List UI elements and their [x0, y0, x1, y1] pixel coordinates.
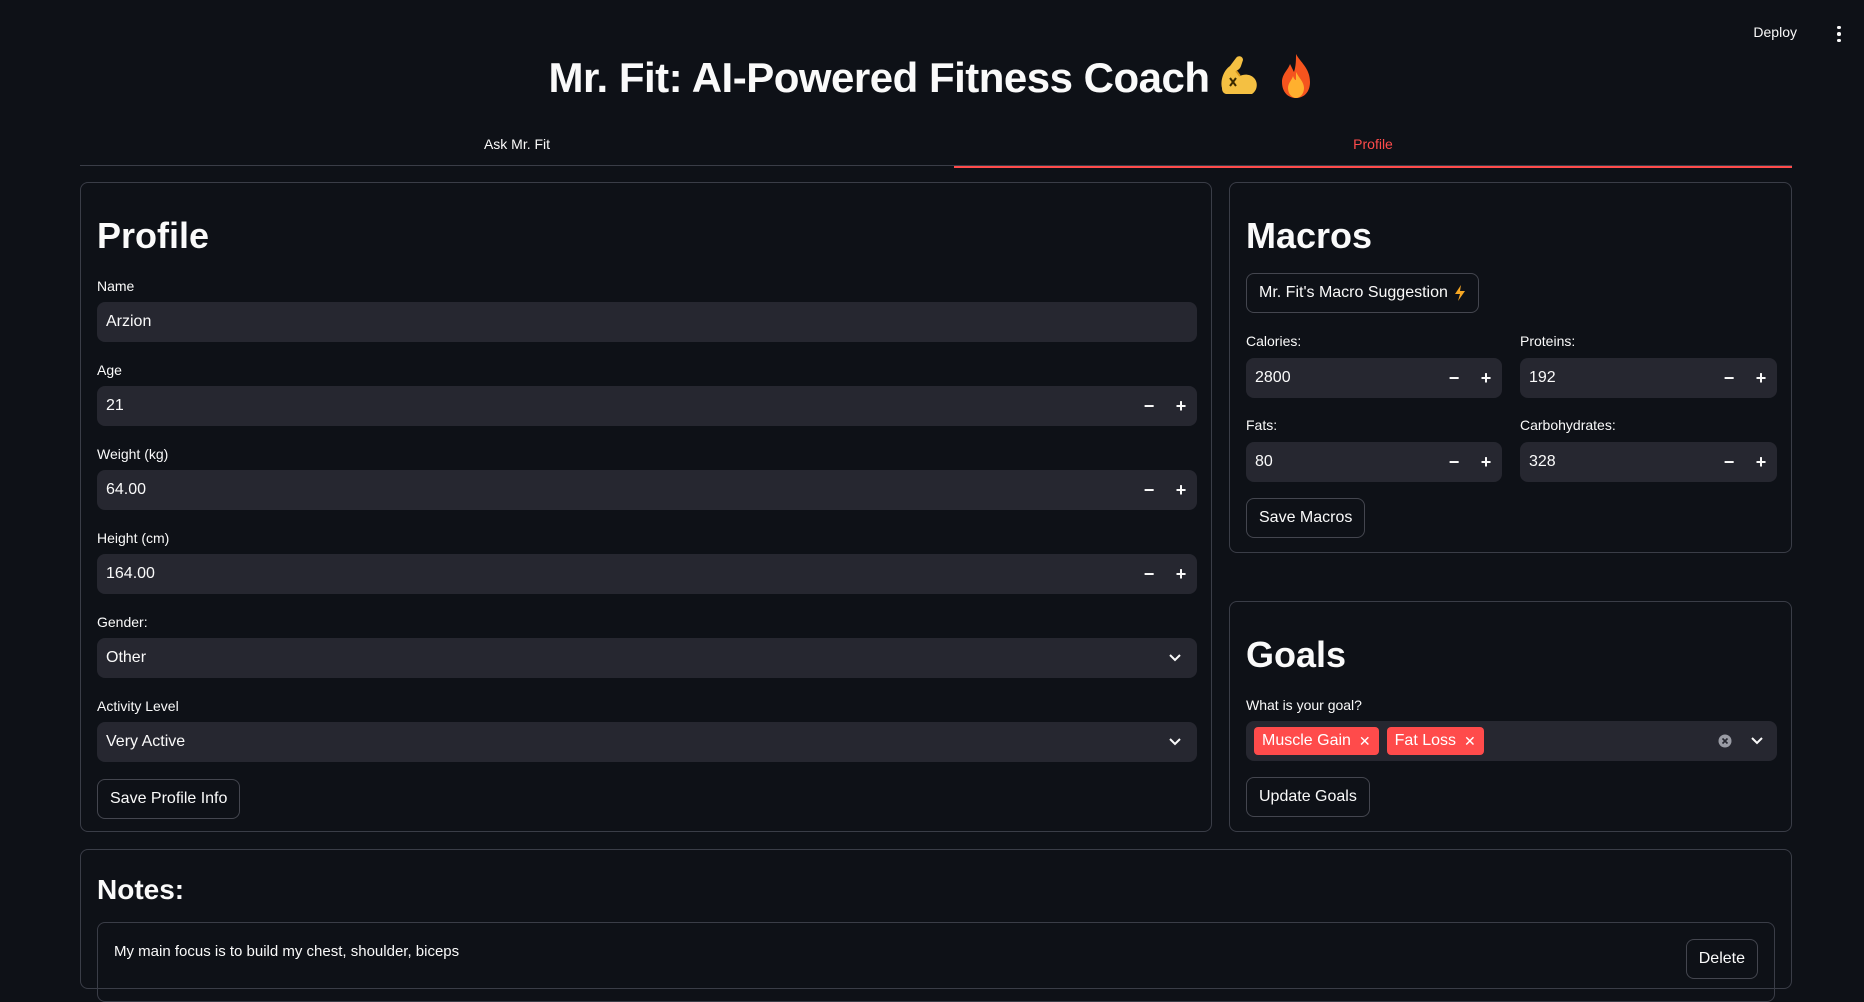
- fats-increment-button[interactable]: +: [1470, 442, 1502, 482]
- proteins-input[interactable]: 192 − +: [1520, 358, 1777, 398]
- macro-suggestion-label: Mr. Fit's Macro Suggestion: [1259, 284, 1448, 301]
- weight-increment-button[interactable]: +: [1165, 470, 1197, 510]
- goal-question-label: What is your goal?: [1246, 697, 1362, 713]
- activity-label: Activity Level: [97, 698, 179, 714]
- save-profile-button[interactable]: Save Profile Info: [97, 779, 241, 819]
- remove-tag-icon[interactable]: ✕: [1464, 733, 1476, 750]
- weight-decrement-button[interactable]: −: [1133, 470, 1165, 510]
- age-increment-button[interactable]: +: [1165, 386, 1197, 426]
- age-value: 21: [106, 397, 124, 414]
- remove-tag-icon[interactable]: ✕: [1359, 733, 1371, 750]
- goal-tag-label: Fat Loss: [1394, 732, 1457, 749]
- name-label: Name: [97, 278, 135, 294]
- gender-value: Other: [106, 649, 147, 666]
- weight-label: Weight (kg): [97, 446, 169, 462]
- carbs-label: Carbohydrates:: [1520, 417, 1616, 433]
- app-toolbar: Deploy: [0, 0, 1864, 60]
- goals-heading: Goals: [1246, 634, 1347, 675]
- weight-value: 64.00: [106, 481, 147, 498]
- activity-select[interactable]: Very Active: [97, 722, 1197, 762]
- proteins-value: 192: [1529, 369, 1556, 386]
- macros-heading: Macros: [1246, 215, 1373, 256]
- note-text: My main focus is to build my chest, shou…: [114, 943, 460, 960]
- age-label: Age: [97, 362, 122, 378]
- deploy-button[interactable]: Deploy: [1753, 24, 1797, 40]
- chevron-down-icon[interactable]: [1153, 638, 1197, 678]
- calories-input[interactable]: 2800 − +: [1246, 358, 1502, 398]
- tab-ask-mr-fit[interactable]: Ask Mr. Fit: [80, 128, 954, 166]
- proteins-decrement-button[interactable]: −: [1713, 358, 1745, 398]
- goal-tag: Fat Loss ✕: [1386, 727, 1484, 755]
- height-decrement-button[interactable]: −: [1133, 554, 1165, 594]
- lightning-icon: [1454, 285, 1465, 301]
- fire-icon: [1281, 54, 1310, 98]
- weight-input[interactable]: 64.00 − +: [97, 470, 1197, 510]
- carbs-input[interactable]: 328 − +: [1520, 442, 1777, 482]
- calories-increment-button[interactable]: +: [1470, 358, 1502, 398]
- notes-card: Notes: My main focus is to build my ches…: [80, 849, 1792, 1002]
- calories-decrement-button[interactable]: −: [1438, 358, 1470, 398]
- tab-bar: Ask Mr. Fit Profile: [80, 128, 1792, 168]
- activity-value: Very Active: [106, 733, 186, 750]
- main-menu-icon[interactable]: [1831, 23, 1847, 45]
- gender-label: Gender:: [97, 614, 148, 630]
- name-value: Arzion: [106, 313, 152, 330]
- carbs-increment-button[interactable]: +: [1745, 442, 1777, 482]
- calories-value: 2800: [1255, 369, 1291, 386]
- macros-card: Macros Mr. Fit's Macro Suggestion Calori…: [1229, 182, 1792, 553]
- fats-input[interactable]: 80 − +: [1246, 442, 1502, 482]
- age-decrement-button[interactable]: −: [1133, 386, 1165, 426]
- gender-select[interactable]: Other: [97, 638, 1197, 678]
- page-title: Mr. Fit: AI-Powered Fitness Coach: [0, 52, 1864, 102]
- height-input[interactable]: 164.00 − +: [97, 554, 1197, 594]
- macro-suggestion-button[interactable]: Mr. Fit's Macro Suggestion: [1246, 273, 1479, 313]
- profile-card: Profile Name Arzion Age 21 − + Weight (k…: [80, 182, 1212, 832]
- flexed-biceps-icon: [1220, 56, 1257, 94]
- height-value: 164.00: [106, 565, 155, 582]
- goal-tag-label: Muscle Gain: [1262, 732, 1351, 749]
- height-label: Height (cm): [97, 530, 170, 546]
- goal-tag: Muscle Gain ✕: [1254, 727, 1379, 755]
- page-title-text: Mr. Fit: AI-Powered Fitness Coach: [548, 54, 1210, 101]
- calories-label: Calories:: [1246, 333, 1302, 349]
- update-goals-button[interactable]: Update Goals: [1246, 777, 1370, 817]
- tab-profile[interactable]: Profile: [954, 128, 1792, 168]
- fats-value: 80: [1255, 453, 1273, 470]
- delete-note-button[interactable]: Delete: [1685, 939, 1758, 979]
- fats-label: Fats:: [1246, 417, 1278, 433]
- fats-decrement-button[interactable]: −: [1438, 442, 1470, 482]
- height-increment-button[interactable]: +: [1165, 554, 1197, 594]
- notes-heading: Notes:: [97, 874, 185, 905]
- name-input[interactable]: Arzion: [97, 302, 1197, 342]
- goals-card: Goals What is your goal? Muscle Gain ✕ Fa…: [1229, 601, 1792, 832]
- chevron-down-icon[interactable]: [1153, 722, 1197, 762]
- save-macros-button[interactable]: Save Macros: [1246, 498, 1366, 538]
- proteins-label: Proteins:: [1520, 333, 1576, 349]
- age-input[interactable]: 21 − +: [97, 386, 1197, 426]
- clear-all-icon[interactable]: [1713, 721, 1737, 761]
- carbs-decrement-button[interactable]: −: [1713, 442, 1745, 482]
- goal-multiselect[interactable]: Muscle Gain ✕ Fat Loss ✕: [1246, 721, 1777, 761]
- chevron-down-icon[interactable]: [1737, 721, 1777, 761]
- note-item: My main focus is to build my chest, shou…: [97, 922, 1775, 1002]
- proteins-increment-button[interactable]: +: [1745, 358, 1777, 398]
- goal-tags: Muscle Gain ✕ Fat Loss ✕: [1254, 727, 1713, 755]
- carbs-value: 328: [1529, 453, 1556, 470]
- profile-heading: Profile: [97, 215, 210, 256]
